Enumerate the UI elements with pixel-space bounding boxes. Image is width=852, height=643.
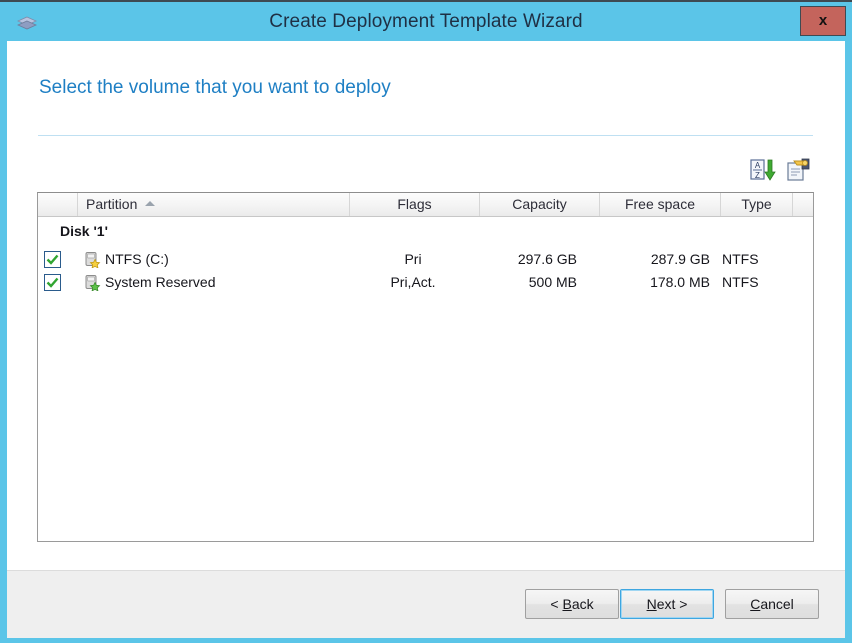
close-button[interactable]: x <box>800 6 846 36</box>
back-button-pre: < <box>550 596 563 612</box>
properties-icon[interactable] <box>784 156 812 184</box>
drive-star-gold-icon <box>84 251 101 269</box>
column-header-check[interactable] <box>38 193 78 216</box>
drive-star-green-icon <box>84 274 101 292</box>
back-button[interactable]: < Back <box>525 589 619 619</box>
svg-text:A: A <box>755 161 761 170</box>
back-button-post: ack <box>571 596 594 612</box>
column-header-spacer[interactable] <box>793 193 813 216</box>
cell-free-space: 287.9 GB <box>650 251 710 267</box>
sort-ascending-icon <box>145 201 156 206</box>
cell-partition: System Reserved <box>105 274 216 290</box>
cell-flags: Pri,Act. <box>390 274 436 290</box>
sort-az-descending-icon[interactable]: A Z <box>748 156 776 184</box>
next-button-post: ext > <box>656 596 688 612</box>
cancel-button-post: ancel <box>760 596 794 612</box>
cell-partition: NTFS (C:) <box>105 251 169 267</box>
svg-text:Z: Z <box>755 171 760 180</box>
column-header-flags[interactable]: Flags <box>350 193 480 216</box>
cell-free-space: 178.0 MB <box>650 274 710 290</box>
next-button[interactable]: Next > <box>620 589 714 619</box>
cell-capacity: 500 MB <box>528 274 577 290</box>
next-button-mnemonic: N <box>646 596 657 612</box>
partition-list[interactable]: Partition Flags Capacity Free space Type… <box>37 192 814 542</box>
wizard-window: Create Deployment Template Wizard x Sele… <box>0 0 852 643</box>
column-header-type[interactable]: Type <box>721 193 793 216</box>
client-area: Select the volume that you want to deplo… <box>7 41 845 638</box>
back-button-mnemonic: B <box>562 596 572 612</box>
cell-capacity: 297.6 GB <box>517 251 577 267</box>
column-header-free-space[interactable]: Free space <box>600 193 721 216</box>
list-group-header: Disk '1' <box>60 223 108 239</box>
list-header-row: Partition Flags Capacity Free space Type <box>38 193 813 217</box>
cancel-button[interactable]: Cancel <box>725 589 819 619</box>
column-header-capacity[interactable]: Capacity <box>480 193 600 216</box>
list-body: Disk '1' NTFS (C:) Pri 297.6 GB 287.9 GB… <box>38 217 813 541</box>
cell-type: NTFS <box>722 274 759 290</box>
list-toolbar: A Z <box>742 156 814 186</box>
window-title: Create Deployment Template Wizard <box>269 11 583 32</box>
heading-divider <box>38 135 813 136</box>
cell-flags: Pri <box>404 251 422 267</box>
page-title: Select the volume that you want to deplo… <box>39 77 391 98</box>
cancel-button-mnemonic: C <box>750 596 761 612</box>
button-bar: < Back Next > Cancel <box>7 570 845 638</box>
row-checkbox[interactable] <box>44 274 61 291</box>
column-header-partition-label: Partition <box>86 196 138 212</box>
column-header-partition[interactable]: Partition <box>78 193 350 216</box>
table-row[interactable]: NTFS (C:) Pri 297.6 GB 287.9 GB NTFS <box>38 248 813 271</box>
cell-type: NTFS <box>722 251 759 267</box>
row-checkbox[interactable] <box>44 251 61 268</box>
table-row[interactable]: System Reserved Pri,Act. 500 MB 178.0 MB… <box>38 271 813 294</box>
title-bar: Create Deployment Template Wizard x <box>0 4 852 41</box>
